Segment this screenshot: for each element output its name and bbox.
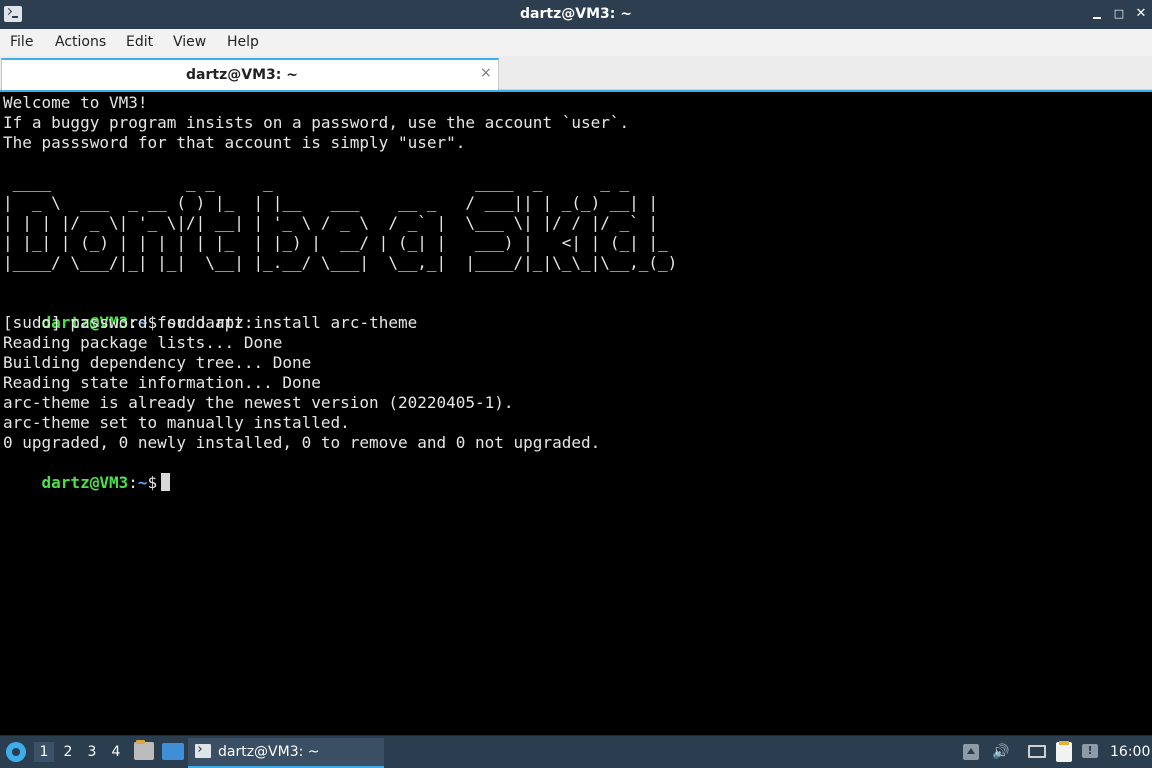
welcome-line: The passsword for that account is simply… xyxy=(3,133,466,152)
welcome-line: If a buggy program insists on a password… xyxy=(3,113,630,132)
window-title: dartz@VM3: ~ xyxy=(520,6,632,22)
prompt-separator: : xyxy=(128,473,138,492)
tab-close-icon[interactable]: × xyxy=(480,65,492,81)
tab-bar: dartz@VM3: ~ × xyxy=(0,56,1152,90)
output-line: [sudo] password for dartz: xyxy=(3,313,254,332)
tab-label: dartz@VM3: ~ xyxy=(186,67,298,83)
menubar: File Actions Edit View Help xyxy=(0,29,1152,56)
show-desktop-icon[interactable] xyxy=(162,743,184,760)
ascii-art-line: ____ _ _ _ ____ _ _ _ xyxy=(3,173,630,192)
ascii-art-line: |____/ \___/|_| |_| \__| |_.__/ \___| \_… xyxy=(3,253,678,272)
menu-edit[interactable]: Edit xyxy=(126,34,153,50)
output-line: Reading package lists... Done xyxy=(3,333,283,352)
tray-expand-icon[interactable] xyxy=(963,744,979,760)
close-window-button[interactable]: ✕ xyxy=(1132,5,1150,23)
file-manager-icon[interactable] xyxy=(134,740,154,760)
prompt-user-host: dartz@VM3 xyxy=(41,473,129,492)
network-icon[interactable] xyxy=(1028,745,1046,758)
window-titlebar[interactable]: dartz@VM3: ~ □ ✕ xyxy=(0,0,1152,29)
clipboard-icon[interactable] xyxy=(1056,741,1072,762)
taskbar-task-terminal[interactable]: dartz@VM3: ~ xyxy=(188,738,384,768)
start-menu-icon[interactable] xyxy=(6,742,26,762)
output-line: arc-theme is already the newest version … xyxy=(3,393,514,412)
maximize-button[interactable]: □ xyxy=(1110,5,1128,23)
menu-help[interactable]: Help xyxy=(227,34,259,50)
menu-file[interactable]: File xyxy=(10,34,33,50)
workspace-2[interactable]: 2 xyxy=(58,742,78,762)
prompt-path: ~ xyxy=(137,473,148,492)
output-line: 0 upgraded, 0 newly installed, 0 to remo… xyxy=(3,433,601,452)
menu-actions[interactable]: Actions xyxy=(55,34,106,50)
workspace-3[interactable]: 3 xyxy=(82,742,102,762)
volume-icon[interactable]: 🔊 xyxy=(992,743,1010,761)
ascii-art-line: | | | |/ _ \| '_ \|/| __| | '_ \ / _ \ /… xyxy=(3,213,659,232)
ascii-art-line: | _ \ ___ _ __ ( ) |_ | |__ ___ __ _ / _… xyxy=(3,193,659,212)
output-line: arc-theme set to manually installed. xyxy=(3,413,350,432)
active-prompt-line[interactable]: dartz@VM3:~$ xyxy=(3,453,171,492)
terminal-icon xyxy=(195,744,211,758)
text-cursor xyxy=(161,473,171,491)
command-line: dartz@VM3:~$ sudo apt install arc-theme xyxy=(3,293,418,332)
output-line: Building dependency tree... Done xyxy=(3,353,312,372)
notification-icon[interactable]: ! xyxy=(1082,744,1098,758)
taskbar-task-label: dartz@VM3: ~ xyxy=(218,744,320,760)
workspace-1[interactable]: 1 xyxy=(34,742,54,762)
prompt-symbol: $ xyxy=(147,473,158,492)
terminal-view[interactable]: Welcome to VM3! If a buggy program insis… xyxy=(0,90,1152,735)
workspace-4[interactable]: 4 xyxy=(106,742,126,762)
ascii-art-line: | |_| | (_) | | | | | |_ | |_) | __/ | (… xyxy=(3,233,668,252)
output-line: Reading state information... Done xyxy=(3,373,321,392)
clock[interactable]: 16:00 xyxy=(1110,744,1150,760)
taskbar: 1 2 3 4 dartz@VM3: ~ 🔊 ! 16:00 xyxy=(0,735,1152,768)
minimize-button[interactable] xyxy=(1088,5,1106,23)
welcome-line: Welcome to VM3! xyxy=(3,93,148,112)
menu-view[interactable]: View xyxy=(173,34,206,50)
tab-terminal[interactable]: dartz@VM3: ~ × xyxy=(1,58,499,90)
